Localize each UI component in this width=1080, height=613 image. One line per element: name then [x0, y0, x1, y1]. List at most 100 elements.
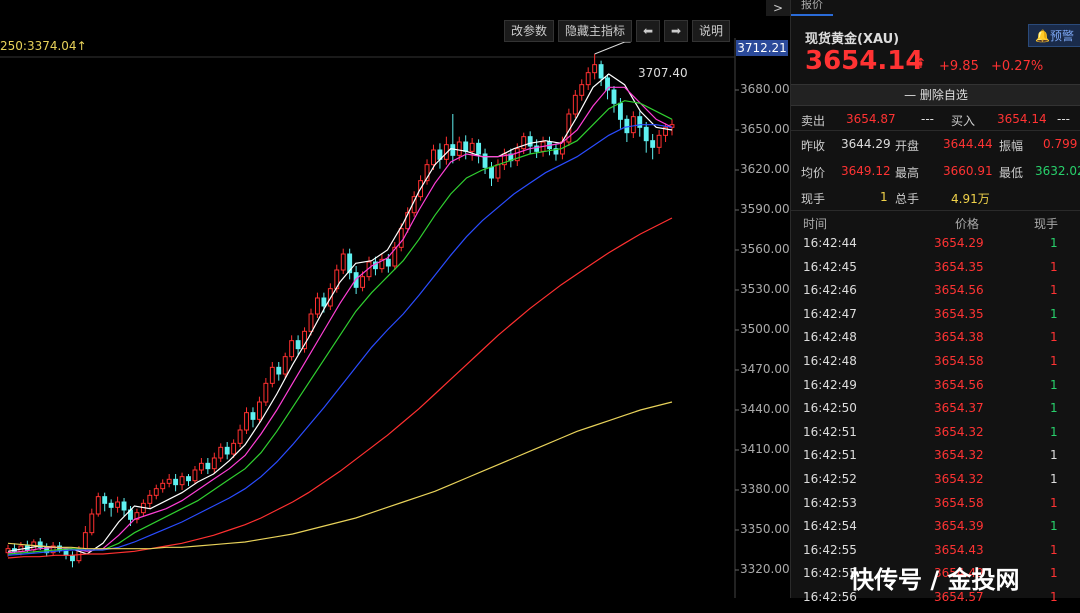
tick-row: 16:42:53 3654.58 1: [791, 496, 1080, 519]
price-change-pct: +0.27%: [991, 59, 1044, 74]
tick-time: 16:42:50: [803, 401, 857, 416]
tick-time: 16:42:49: [803, 377, 857, 392]
total-hand-value: 4.91万: [951, 192, 990, 206]
tick-volume: 1: [1050, 519, 1058, 534]
candle-body: [244, 412, 249, 431]
candle-body: [656, 134, 662, 148]
chevron-right-icon[interactable]: >: [766, 0, 790, 16]
tick-price: 3654.37: [934, 401, 984, 416]
divider: [791, 130, 1080, 131]
candle-body: [463, 141, 469, 152]
ma-line: [7, 73, 673, 555]
candle-body: [95, 496, 101, 515]
tick-volume: 1: [1050, 472, 1058, 486]
candle-body: [450, 144, 456, 156]
tick-volume: 1: [1050, 590, 1058, 604]
tick-volume: 1: [1050, 495, 1058, 510]
candle-body: [650, 140, 656, 148]
candle-body: [637, 116, 643, 128]
candle-body: [315, 297, 320, 315]
tick-volume: 1: [1050, 448, 1058, 463]
tick-row: 16:42:54 3654.39 1: [791, 519, 1080, 542]
candle-body: [308, 313, 314, 332]
tick-volume: 1: [1050, 236, 1058, 250]
tick-price: 3654.32: [934, 448, 984, 463]
candle-body: [521, 136, 527, 150]
tick-price: 3654.58: [934, 354, 984, 368]
col-price: 价格: [955, 217, 980, 231]
candle-body: [231, 442, 237, 455]
tick-time: 16:42:47: [803, 306, 857, 321]
avg-label: 均价: [801, 166, 826, 180]
up-arrow-icon: ↑: [915, 56, 927, 72]
tick-price: 3654.35: [934, 306, 984, 321]
tick-row: 16:42:49 3654.56 1: [791, 378, 1080, 401]
buy-price: 3654.14: [997, 112, 1047, 126]
candle-body: [630, 116, 636, 134]
high-value: 3660.91: [943, 164, 993, 178]
low-value: 3632.02: [1035, 164, 1080, 178]
tick-time: 16:42:51: [803, 424, 857, 439]
candle-body: [153, 488, 159, 496]
tick-time: 16:42:44: [803, 236, 857, 250]
candle-body: [237, 429, 243, 444]
buy-label: 买入: [951, 114, 976, 128]
divider: [791, 210, 1080, 211]
ma-line: [7, 86, 673, 554]
tick-time: 16:42:56: [803, 590, 857, 604]
candle-body: [115, 501, 121, 508]
remove-favorite-button[interactable]: — 删除自选: [791, 84, 1080, 106]
y-tick-label: 3380.00: [740, 482, 790, 496]
col-hand: 现手: [1034, 217, 1059, 231]
tick-volume: 1: [1050, 377, 1058, 392]
candle-body: [166, 478, 172, 484]
candle-body: [108, 502, 114, 508]
candle-body: [598, 64, 604, 79]
candle-body: [469, 142, 475, 152]
tick-price: 3654.29: [934, 236, 984, 250]
y-tick-label: 3620.00: [740, 162, 790, 176]
help-button[interactable]: 说明: [691, 20, 730, 42]
candle-body: [211, 457, 217, 470]
tick-price: 3654.58: [934, 495, 984, 510]
candle-body: [218, 446, 224, 459]
right-arrow-button[interactable]: ➡: [663, 20, 688, 42]
tick-table-header: 时间 价格 现手: [791, 215, 1080, 233]
candle-body: [70, 554, 75, 562]
y-tick-label: 3320.00: [740, 562, 790, 576]
max-price-marker: 3707.40: [638, 66, 688, 80]
watermark-text: 快传号 / 金投网: [850, 566, 1020, 594]
candle-body: [321, 297, 327, 307]
tick-time: 16:42:55: [803, 566, 857, 581]
candle-body: [224, 446, 230, 455]
candlestick-chart[interactable]: [0, 0, 790, 598]
ma-line: [7, 401, 673, 550]
tick-volume: 1: [1050, 306, 1058, 321]
candle-body: [476, 142, 482, 155]
ma-line: [7, 124, 673, 556]
open-value: 3644.44: [943, 137, 993, 151]
y-tick-label: 3530.00: [740, 282, 790, 296]
left-arrow-button[interactable]: ⬅: [635, 20, 660, 42]
hand-label: 现手: [801, 192, 826, 206]
candle-body: [276, 366, 282, 375]
change-params-button[interactable]: 改参数: [503, 20, 554, 42]
candle-body: [360, 276, 365, 288]
kline-chart-area[interactable]: 250:3374.04↑ 改参数 隐藏主指标 ⬅ ➡ 说明 > 3712.21 …: [0, 0, 790, 598]
sell-price: 3654.87: [846, 112, 896, 126]
hide-main-indicator-button[interactable]: 隐藏主指标: [557, 20, 632, 42]
tick-row: 16:42:50 3654.37 1: [791, 401, 1080, 424]
buy-volume: ---: [1057, 112, 1070, 126]
tick-price: 3654.56: [934, 377, 984, 392]
candle-body: [572, 94, 578, 115]
y-tick-label: 3650.00: [740, 122, 790, 136]
candle-body: [179, 476, 185, 486]
candle-body: [282, 356, 288, 375]
tab-quote[interactable]: 报价: [791, 0, 833, 16]
tick-row: 16:42:44 3654.29 1: [791, 236, 1080, 259]
alert-button[interactable]: 🔔预警: [1028, 24, 1080, 47]
prev-close-label: 昨收: [801, 139, 826, 153]
tick-row: 16:42:47 3654.35 1: [791, 307, 1080, 330]
tick-time: 16:42:46: [803, 283, 857, 298]
candle-body: [186, 476, 191, 482]
